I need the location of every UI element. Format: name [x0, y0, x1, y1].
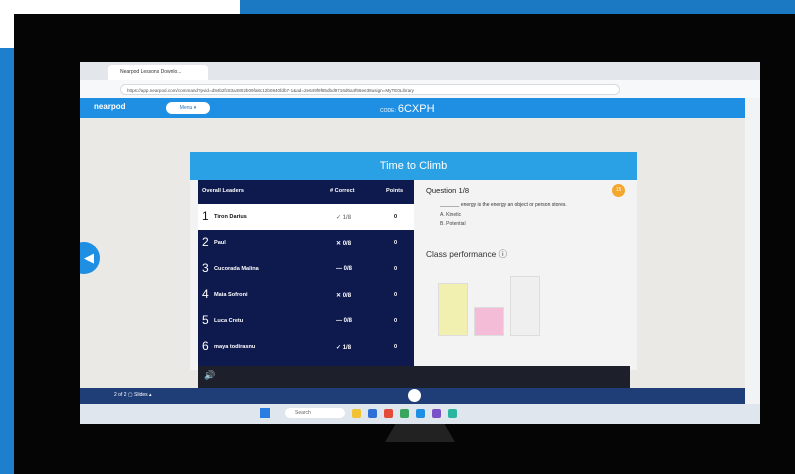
- speaker-icon[interactable]: 🔊: [204, 370, 215, 381]
- start-icon[interactable]: [260, 408, 270, 418]
- browser-sidebar: [745, 98, 760, 408]
- leader-row: 3 Cucorada Malina — 0/8 0: [198, 256, 414, 282]
- app-icon[interactable]: [384, 409, 393, 418]
- correct-header: # Correct: [330, 188, 355, 194]
- leader-row: 6 maya todirasnu ✓ 1/8 0: [198, 334, 414, 360]
- nearpod-logo: nearpod: [94, 102, 126, 111]
- leader-name: Paul: [214, 240, 226, 246]
- code-value: 6CXPH: [397, 103, 435, 115]
- question-text: _______ energy is the energy an object o…: [440, 202, 567, 208]
- leader-points: 0: [394, 318, 398, 324]
- leader-score: ✕ 0/8: [336, 241, 352, 247]
- leader-points: 0: [394, 292, 398, 298]
- question-title: Question 1/8: [426, 186, 470, 195]
- time-to-climb-panel: Time to Climb Overall Leaders # Correct …: [190, 152, 637, 388]
- timer-badge: 15: [612, 184, 625, 197]
- leader-rank: 4: [202, 287, 209, 301]
- leader-row: 4 Maia Sofroni ✕ 0/8 0: [198, 282, 414, 308]
- leader-rank: 1: [202, 209, 209, 223]
- leader-row: 2 Paul ✕ 0/8 0: [198, 230, 414, 256]
- leader-name: Luca Cretu: [214, 318, 244, 324]
- answer-option: B. Potential: [440, 221, 466, 227]
- leader-score: ✕ 0/8: [336, 293, 352, 299]
- monitor-stand: [385, 424, 455, 442]
- audio-bar: 🔊: [198, 366, 630, 388]
- question-pane: Question 1/8 15 _______ energy is the en…: [422, 180, 630, 366]
- monitor-screen: Nearpod Lessons Downlo... https://app.ne…: [80, 62, 760, 424]
- points-header: Points: [386, 188, 404, 194]
- class-performance-label: Class performance ⓘ: [426, 249, 507, 259]
- leader-name: Tiron Darius: [214, 214, 247, 220]
- record-button[interactable]: [408, 389, 421, 402]
- leader-row: 5 Luca Cretu — 0/8 0: [198, 308, 414, 334]
- app-icon[interactable]: [400, 409, 409, 418]
- leader-score: ✓ 1/8: [336, 345, 352, 351]
- leader-points: 0: [394, 266, 398, 272]
- leader-rank: 6: [202, 339, 209, 353]
- leader-name: Maia Sofroni: [214, 292, 248, 298]
- edge-icon[interactable]: [416, 409, 425, 418]
- leader-score: — 0/8: [336, 266, 353, 272]
- slides-toggle[interactable]: 2 of 2 ▢ Slides ▴: [114, 392, 152, 398]
- taskbar-search[interactable]: Search: [285, 408, 345, 418]
- session-code: CODE: 6CXPH: [380, 103, 435, 115]
- leader-score: — 0/8: [336, 318, 353, 324]
- performance-bar: [474, 307, 504, 336]
- browser-tab[interactable]: Nearpod Lessons Downlo...: [108, 65, 208, 80]
- leader-points: 0: [394, 240, 398, 246]
- leader-name: maya todirasnu: [214, 344, 256, 350]
- address-bar[interactable]: https://app.nearpod.com/command?pvid=d94…: [120, 84, 620, 95]
- activity-title: Time to Climb: [190, 152, 637, 180]
- app-icon[interactable]: [432, 409, 441, 418]
- app-icon[interactable]: [368, 409, 377, 418]
- performance-chart: [438, 266, 558, 336]
- leaderboard: Overall Leaders # Correct Points 1 Tiron…: [198, 180, 414, 366]
- leader-points: 0: [394, 214, 398, 220]
- code-prefix: CODE:: [380, 108, 396, 114]
- answer-option: A. Kinetic: [440, 212, 462, 218]
- leader-rank: 2: [202, 235, 209, 249]
- leader-points: 0: [394, 344, 398, 350]
- leader-row: 1 Tiron Darius ✓ 1/8 0: [198, 204, 414, 230]
- menu-button[interactable]: Menu ▾: [166, 102, 210, 114]
- performance-bar: [438, 283, 468, 336]
- leader-score: ✓ 1/8: [336, 215, 352, 221]
- file-explorer-icon[interactable]: [352, 409, 361, 418]
- leader-name: Cucorada Malina: [214, 266, 259, 272]
- leader-rank: 5: [202, 313, 209, 327]
- leaders-header: Overall Leaders: [202, 188, 244, 194]
- performance-bar: [510, 276, 540, 336]
- leader-rank: 3: [202, 261, 209, 275]
- app-icon[interactable]: [448, 409, 457, 418]
